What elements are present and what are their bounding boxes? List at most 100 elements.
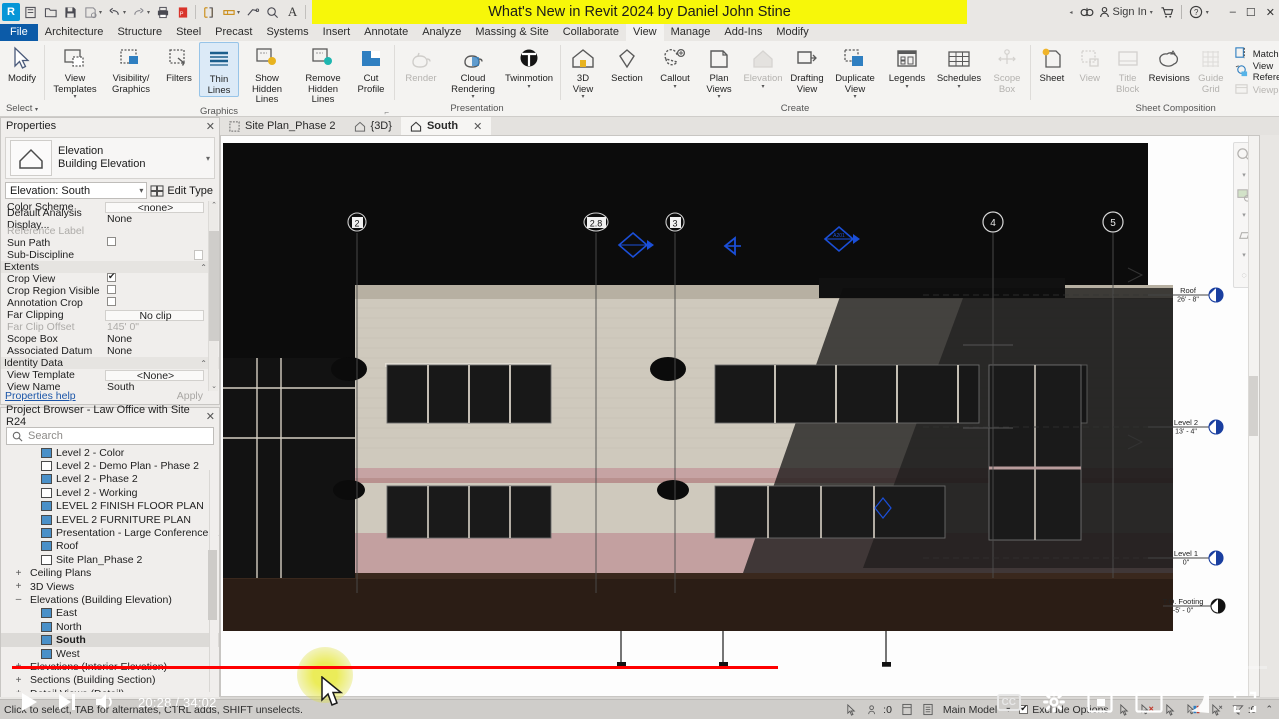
- sun-path-checkbox[interactable]: [107, 237, 116, 246]
- tab-south[interactable]: South ✕: [400, 117, 492, 135]
- annotation-crop-checkbox[interactable]: [107, 297, 116, 306]
- ribbon-tab-steel[interactable]: Steel: [169, 24, 208, 41]
- status-select-underlay[interactable]: [1140, 703, 1155, 716]
- tab-3d[interactable]: {3D}: [345, 117, 401, 135]
- status-press-drag[interactable]: [845, 703, 858, 716]
- ribbon-tab-structure[interactable]: Structure: [110, 24, 169, 41]
- ribbon-tab-architecture[interactable]: Architecture: [38, 24, 111, 41]
- cloud-rendering-button[interactable]: Cloud Rendering ▾: [445, 42, 501, 100]
- export-pdf-icon[interactable]: P: [173, 3, 192, 22]
- duplicate-view-button[interactable]: Duplicate View ▾: [827, 42, 883, 100]
- ribbon-tab-analyze[interactable]: Analyze: [415, 24, 468, 41]
- properties-help-link[interactable]: Properties help: [5, 390, 76, 402]
- list-item[interactable]: LEVEL 2 FINISH FLOOR PLAN: [1, 500, 219, 513]
- crop-region-visible-checkbox[interactable]: [107, 285, 116, 294]
- property-value[interactable]: <None>: [105, 369, 204, 381]
- list-item[interactable]: Roof: [1, 540, 219, 553]
- ribbon-tab-strip[interactable]: File Architecture Structure Steel Precas…: [0, 24, 1279, 41]
- list-item-3d-views[interactable]: + 3D Views: [1, 580, 219, 593]
- property-row-view-template[interactable]: View Template <None>: [1, 369, 219, 381]
- canvas-vertical-scrollbar[interactable]: [1248, 136, 1259, 696]
- status-design-options-icon-b[interactable]: [922, 703, 934, 716]
- status-right-group[interactable]: :0 Main Model ▾ Exclude Options: [845, 703, 1279, 716]
- status-expand-icon[interactable]: ⌃: [1265, 704, 1273, 715]
- close-button[interactable]: ✕: [1266, 6, 1275, 19]
- expand-icon[interactable]: +: [14, 675, 23, 686]
- status-filter[interactable]: :0: [1232, 704, 1256, 716]
- list-item[interactable]: Level 2 - Color: [1, 448, 219, 459]
- show-hidden-lines-button[interactable]: Show Hidden Lines: [239, 42, 295, 106]
- properties-type-preview[interactable]: Elevation Building Elevation ▾: [5, 137, 215, 179]
- property-row-sun-path[interactable]: Sun Path: [1, 237, 219, 249]
- redo-dropdown-icon[interactable]: ▾: [147, 9, 150, 16]
- property-row-crop-region-visible[interactable]: Crop Region Visible: [1, 285, 219, 297]
- ribbon-tab-manage[interactable]: Manage: [664, 24, 718, 41]
- aligned-dimension-icon[interactable]: [219, 3, 238, 22]
- minimize-button[interactable]: –: [1230, 6, 1236, 18]
- property-section-identity-data[interactable]: Identity Data ⌃: [1, 357, 219, 369]
- new-icon[interactable]: [21, 3, 40, 22]
- ribbon-tab-systems[interactable]: Systems: [259, 24, 315, 41]
- tab-close-icon[interactable]: ✕: [473, 120, 482, 133]
- project-browser-scroll-thumb[interactable]: [208, 550, 217, 620]
- property-value[interactable]: [105, 271, 219, 285]
- exclude-options-checkbox[interactable]: [1019, 703, 1029, 714]
- legends-dropdown-icon[interactable]: ▾: [905, 84, 908, 90]
- list-item-elevations-building[interactable]: – Elevations (Building Elevation): [1, 593, 219, 606]
- expand-icon[interactable]: +: [14, 688, 23, 692]
- schedules-dropdown-icon[interactable]: ▾: [957, 84, 960, 90]
- ribbon-tab-collaborate[interactable]: Collaborate: [556, 24, 626, 41]
- status-worksets[interactable]: :0: [867, 704, 892, 716]
- ribbon-tab-file[interactable]: File: [0, 24, 38, 41]
- apply-button[interactable]: Apply: [177, 390, 215, 402]
- status-select-links[interactable]: [1118, 703, 1131, 716]
- list-item-ceiling-plans[interactable]: + Ceiling Plans: [1, 567, 219, 580]
- cut-profile-button[interactable]: Cut Profile: [351, 42, 391, 95]
- expand-icon[interactable]: +: [14, 568, 23, 579]
- ribbon-tab-addins[interactable]: Add-Ins: [717, 24, 769, 41]
- property-row-scope-box[interactable]: Scope Box None: [1, 333, 219, 345]
- view-templates-dropdown-icon[interactable]: ▾: [73, 94, 76, 100]
- canvas-scroll-thumb[interactable]: [1249, 376, 1258, 436]
- property-value[interactable]: [105, 250, 219, 260]
- view-templates-button[interactable]: View Templates ▾: [47, 42, 103, 100]
- help-icon[interactable]: ?: [1189, 5, 1203, 19]
- edit-type-button[interactable]: Edit Type: [150, 185, 215, 197]
- duplicate-view-dropdown-icon[interactable]: ▾: [853, 94, 856, 100]
- identity-data-collapse-icon[interactable]: ⌃: [200, 359, 207, 368]
- undo-icon[interactable]: [105, 3, 124, 22]
- 3d-view-button[interactable]: 3D View ▾: [563, 42, 603, 100]
- properties-type-dropdown-icon[interactable]: ▾: [206, 154, 210, 163]
- ribbon-tab-view[interactable]: View: [625, 24, 664, 41]
- sign-in-button[interactable]: Sign In: [1099, 6, 1147, 18]
- expand-icon[interactable]: +: [14, 581, 23, 592]
- list-item[interactable]: Level 2 - Demo Plan - Phase 2: [1, 459, 219, 472]
- ribbon-tab-insert[interactable]: Insert: [316, 24, 358, 41]
- dimension-dropdown-icon[interactable]: ▾: [237, 9, 240, 16]
- title-bar-right-controls[interactable]: ◂ Sign In ▾ ? ▾ – ☐ ✕: [1069, 0, 1275, 24]
- autodesk-search-icon[interactable]: [1080, 6, 1094, 19]
- ribbon-tab-modify[interactable]: Modify: [769, 24, 815, 41]
- drawing-canvas[interactable]: 2 2.8 3 4 5 A201 Roof 26' - 8" Level 2 1…: [220, 135, 1260, 697]
- list-item-south[interactable]: South: [1, 633, 219, 647]
- list-item[interactable]: Level 2 - Phase 2: [1, 473, 219, 486]
- expand-icon[interactable]: +: [14, 661, 23, 672]
- property-value[interactable]: None: [105, 213, 219, 225]
- property-row-far-clipping[interactable]: Far Clipping No clip: [1, 309, 219, 321]
- search-tool-icon[interactable]: [263, 3, 282, 22]
- property-value[interactable]: [105, 237, 219, 249]
- properties-scrollbar[interactable]: ⌃ ⌄: [208, 201, 219, 391]
- project-browser-tree[interactable]: Level 2 - Color Level 2 - Demo Plan - Ph…: [1, 448, 219, 692]
- maximize-button[interactable]: ☐: [1246, 6, 1256, 19]
- filters-button[interactable]: Filters: [159, 42, 199, 85]
- project-browser-close-icon[interactable]: ✕: [206, 410, 215, 423]
- save-icon[interactable]: [61, 3, 80, 22]
- list-item-east[interactable]: East: [1, 607, 219, 620]
- list-item-sections[interactable]: + Sections (Building Section): [1, 674, 219, 687]
- list-item-north[interactable]: North: [1, 620, 219, 633]
- save-as-dropdown-icon[interactable]: ▾: [99, 9, 102, 16]
- graphics-dialog-launcher[interactable]: ⌐: [384, 108, 389, 117]
- twinmotion-dropdown-icon[interactable]: ▾: [527, 84, 530, 90]
- view-reference-button[interactable]: View Reference: [1230, 61, 1279, 83]
- crop-view-checkbox[interactable]: [107, 271, 116, 282]
